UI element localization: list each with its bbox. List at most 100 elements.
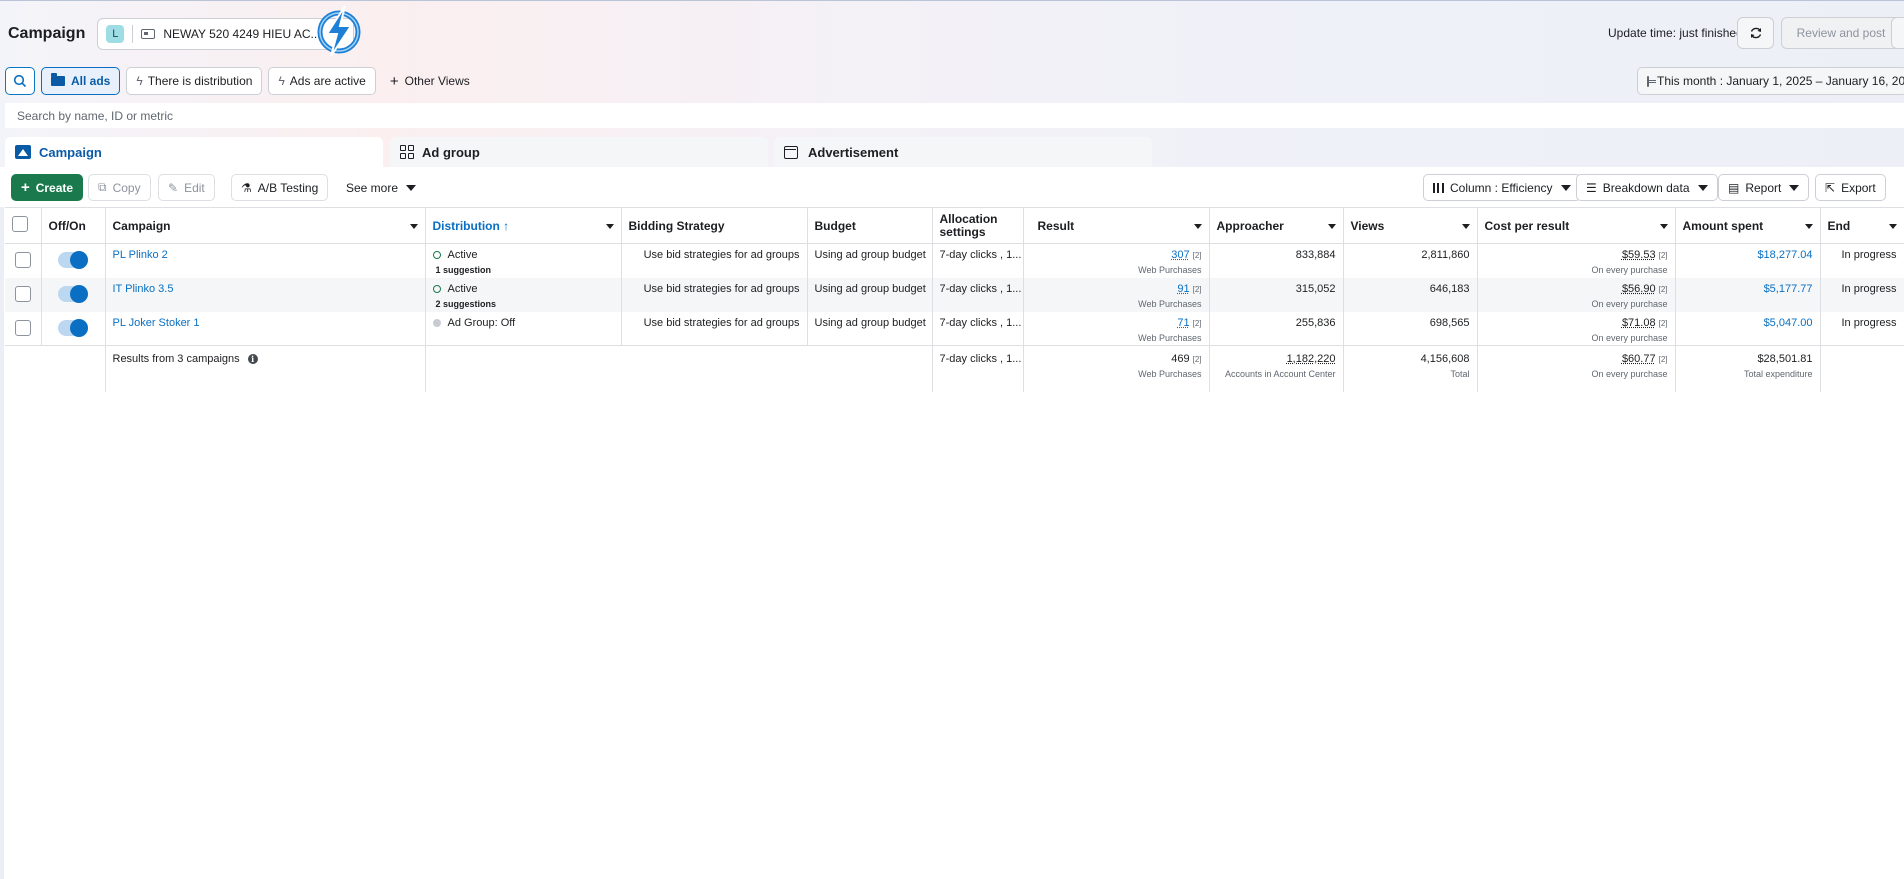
account-badge: L	[106, 25, 124, 43]
search-toggle-button[interactable]	[5, 67, 35, 95]
summary-amount: $28,501.81	[1683, 353, 1813, 365]
amount-value[interactable]: $18,277.04	[1757, 249, 1812, 261]
header-approacher[interactable]: Approacher	[1209, 208, 1343, 244]
header-distribution[interactable]: Distribution ↑	[425, 208, 621, 244]
tab-ad-group-label: Ad group	[422, 145, 480, 160]
amount-value[interactable]: $5,177.77	[1764, 283, 1813, 295]
chevron-down-icon	[1889, 224, 1897, 229]
date-range-picker[interactable]: This month : January 1, 2025 – January 1…	[1637, 67, 1904, 95]
header-onoff: Off/On	[41, 208, 105, 244]
header-amount-label: Amount spent	[1683, 219, 1764, 233]
table-row[interactable]: IT Plinko 3.5 Active 2 suggestions Use b…	[5, 278, 1904, 312]
campaign-toggle[interactable]	[58, 252, 88, 268]
tab-advertisement-label: Advertisement	[808, 145, 898, 160]
chevron-down-icon	[1805, 224, 1813, 229]
amount-value[interactable]: $5,047.00	[1764, 317, 1813, 329]
row-checkbox[interactable]	[15, 252, 31, 268]
header-result[interactable]: Result	[1023, 208, 1209, 244]
summary-result-note: [2]	[1193, 355, 1202, 364]
header-amount[interactable]: Amount spent	[1675, 208, 1820, 244]
header-views-label: Views	[1351, 219, 1385, 233]
cost-sub: On every purchase	[1485, 333, 1668, 343]
chevron-down-icon	[1194, 224, 1202, 229]
column-selector[interactable]: Column : Efficiency	[1423, 174, 1581, 201]
select-all-checkbox[interactable]	[12, 216, 28, 232]
all-ads-filter[interactable]: All ads	[41, 67, 120, 95]
header-cost[interactable]: Cost per result	[1477, 208, 1675, 244]
refresh-button[interactable]	[1737, 17, 1774, 49]
summary-cost-note: [2]	[1659, 355, 1668, 364]
suggestion-link[interactable]: 2 suggestions	[436, 299, 614, 309]
export-icon: ⇱	[1825, 181, 1835, 195]
cost-value: $59.53	[1622, 249, 1656, 261]
see-more-button[interactable]: See more	[336, 174, 426, 201]
chevron-down-icon	[1698, 185, 1708, 191]
campaign-toggle[interactable]	[58, 320, 88, 336]
header-end[interactable]: End	[1820, 208, 1904, 244]
chevron-down-icon	[1328, 224, 1336, 229]
distribution-filter-label: There is distribution	[148, 74, 253, 88]
search-input[interactable]: Search by name, ID or metric	[5, 103, 1904, 128]
header-bidding: Bidding Strategy	[621, 208, 807, 244]
see-more-label: See more	[346, 181, 398, 195]
allocation-cell: 7-day clicks , 1...	[932, 312, 1023, 346]
status-text: Active	[448, 283, 478, 295]
report-icon: ▤	[1728, 181, 1739, 195]
status-text: Ad Group: Off	[448, 317, 516, 329]
summary-approacher: 1,182,220	[1217, 353, 1336, 365]
export-button[interactable]: ⇱ Export	[1815, 174, 1886, 201]
summary-views-sub: Total	[1351, 369, 1470, 379]
other-views-button[interactable]: + Other Views	[382, 67, 478, 95]
create-button[interactable]: + Create	[11, 174, 83, 201]
plus-icon: +	[21, 180, 30, 195]
review-and-post-button[interactable]: Review and post	[1781, 17, 1901, 49]
breakdown-button[interactable]: ☰ Breakdown data	[1576, 174, 1718, 201]
export-label: Export	[1841, 181, 1876, 195]
summary-cost: $60.77	[1622, 353, 1656, 365]
campaign-toggle[interactable]	[58, 286, 88, 302]
edit-button[interactable]: ✎ Edit	[158, 174, 215, 201]
overflow-button[interactable]	[1891, 17, 1904, 49]
chevron-down-icon	[606, 224, 614, 229]
tab-campaign[interactable]: Campaign	[5, 137, 383, 167]
chevron-down-icon	[410, 224, 418, 229]
tab-ad-group[interactable]: Ad group	[390, 137, 768, 167]
info-icon[interactable]: i	[248, 354, 258, 364]
ab-testing-button[interactable]: ⚗ A/B Testing	[231, 174, 328, 201]
campaign-name-link[interactable]: PL Plinko 2	[113, 249, 168, 261]
sort-up-icon: ↑	[500, 219, 509, 233]
copy-icon: ⧉	[98, 180, 107, 195]
active-ads-filter[interactable]: ϟ Ads are active	[268, 67, 375, 95]
search-placeholder: Search by name, ID or metric	[17, 109, 173, 123]
header-allocation: Allocation settings	[932, 208, 1023, 244]
ad-account-icon	[141, 29, 155, 39]
result-value[interactable]: 91	[1177, 283, 1189, 295]
row-checkbox[interactable]	[15, 286, 31, 302]
row-checkbox[interactable]	[15, 320, 31, 336]
refresh-icon	[1749, 26, 1763, 40]
cost-sub: On every purchase	[1485, 265, 1668, 275]
bidding-cell: Use bid strategies for ad groups	[621, 312, 807, 346]
cost-note: [2]	[1659, 285, 1668, 294]
table-row[interactable]: PL Joker Stoker 1 Ad Group: Off Use bid …	[5, 312, 1904, 346]
campaign-table: Off/On Campaign Distribution ↑ Bidding S…	[5, 207, 1904, 392]
result-value[interactable]: 307	[1171, 249, 1189, 261]
suggestion-link[interactable]: 1 suggestion	[436, 265, 614, 275]
result-value[interactable]: 71	[1177, 317, 1189, 329]
copy-button[interactable]: ⧉ Copy	[88, 174, 151, 201]
header-views[interactable]: Views	[1343, 208, 1477, 244]
campaign-name-link[interactable]: PL Joker Stoker 1	[113, 317, 200, 329]
table-row[interactable]: PL Plinko 2 Active 1 suggestion Use bid …	[5, 244, 1904, 278]
distribution-filter[interactable]: ϟ There is distribution	[126, 67, 262, 95]
campaign-name-link[interactable]: IT Plinko 3.5	[113, 283, 174, 295]
calendar-icon	[1647, 76, 1649, 87]
header-select-all[interactable]	[5, 208, 41, 244]
tab-advertisement[interactable]: Advertisement	[774, 137, 1152, 167]
column-label: Column : Efficiency	[1450, 181, 1553, 195]
header-campaign[interactable]: Campaign	[105, 208, 425, 244]
report-button[interactable]: ▤ Report	[1718, 174, 1809, 201]
lightning-icon: ϟ	[136, 74, 142, 88]
approacher-cell: 255,836	[1209, 312, 1343, 346]
bidding-cell: Use bid strategies for ad groups	[621, 244, 807, 278]
summary-amount-sub: Total expenditure	[1683, 369, 1813, 379]
